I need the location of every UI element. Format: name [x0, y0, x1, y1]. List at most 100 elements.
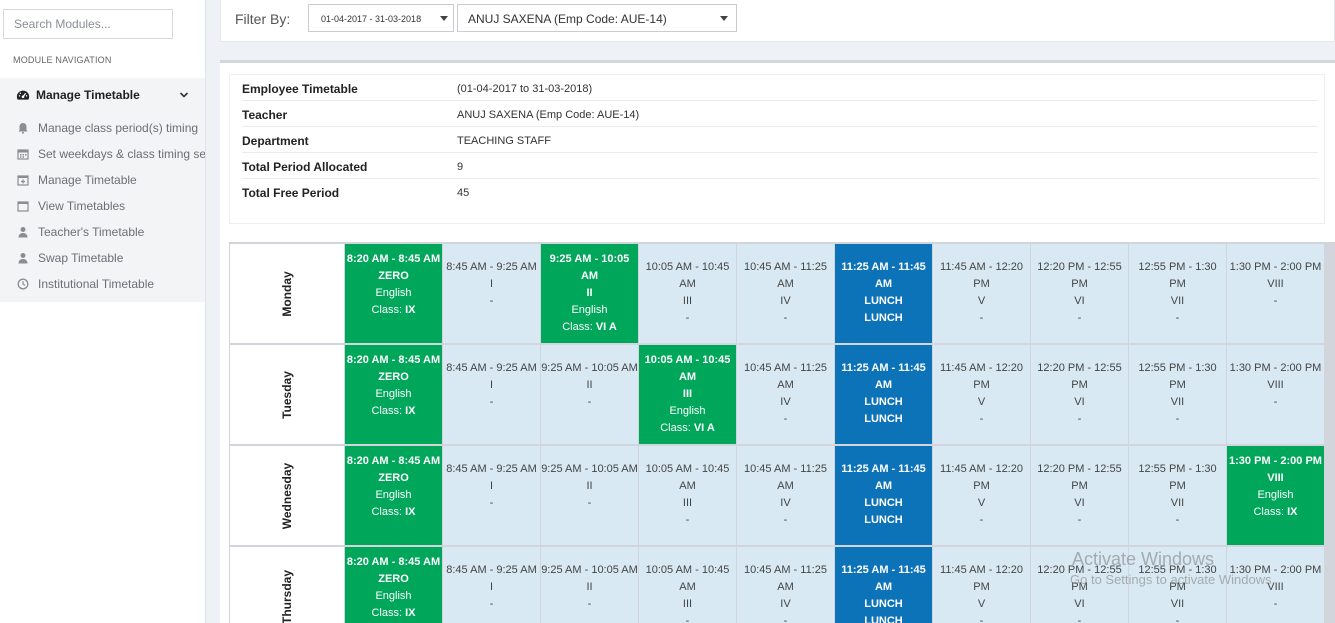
timetable-cell[interactable]: 8:45 AM - 9:25 AM I - — [443, 345, 540, 444]
timetable-cell[interactable]: 8:45 AM - 9:25 AM I - — [443, 547, 540, 623]
slot-note: - — [1175, 514, 1180, 526]
employee-select[interactable]: ANUJ SAXENA (Emp Code: AUE-14) — [457, 4, 737, 32]
timetable-cell[interactable]: 8:20 AM - 8:45 AM ZERO English Class: IX — [345, 446, 442, 545]
timetable-cell[interactable]: 9:25 AM - 10:05 AM II - — [541, 345, 638, 444]
timetable-cell[interactable]: 8:45 AM - 9:25 AM I - — [443, 446, 540, 545]
timetable-cell[interactable]: 11:45 AM - 12:20 PM V - — [933, 244, 1030, 343]
timetable-cell[interactable]: 12:55 PM - 1:30 PM VII - — [1129, 446, 1226, 545]
sidebar-item-class-period-timing[interactable]: Manage class period(s) timing — [0, 116, 205, 142]
timetable-cell[interactable]: 12:20 PM - 12:55 PM VI - — [1031, 345, 1128, 444]
slot-class-value: VI A — [595, 321, 617, 333]
timetable-cell[interactable]: 12:55 PM - 1:30 PM VII - — [1129, 345, 1226, 444]
slot-period: III — [682, 598, 693, 610]
slot-note: - — [489, 497, 494, 509]
employee-select-value: ANUJ SAXENA (Emp Code: AUE-14) — [468, 12, 667, 26]
timetable-cell[interactable]: 10:05 AM - 10:45 AM III English Class: VI A — [639, 345, 736, 444]
timetable-cell[interactable]: 11:25 AM - 11:45 AM LUNCH LUNCH — [835, 244, 932, 343]
slot-time: 9:25 AM - 10:05 AM — [541, 463, 638, 475]
info-row: Employee Timetable (01-04-2017 to 31-03-… — [242, 75, 1318, 101]
search-modules-box[interactable] — [3, 9, 173, 39]
slot-class-label: Class: — [371, 607, 406, 619]
timetable-cell[interactable]: 11:45 AM - 12:20 PM V - — [933, 547, 1030, 623]
day-label-cell: Thursday — [230, 547, 344, 623]
timetable-cell[interactable]: 1:30 PM - 2:00 PM VIII English Class: IX — [1227, 446, 1324, 545]
slot-period: III — [682, 388, 693, 400]
slot-period: VIII — [1267, 379, 1284, 391]
timetable-cell[interactable]: 10:05 AM - 10:45 AM III - — [639, 244, 736, 343]
timetable-cell[interactable]: 11:45 AM - 12:20 PM V - — [933, 345, 1030, 444]
slot-note: - — [685, 615, 690, 623]
slot-time: 9:25 AM - 10:05 AM — [549, 253, 630, 282]
sidebar-item-swap-timetable[interactable]: Swap Timetable — [0, 246, 205, 272]
timetable-cell[interactable]: 9:25 AM - 10:05 AM II English Class: VI A — [541, 244, 638, 343]
subj: English — [375, 287, 412, 299]
timetable-cell[interactable]: 1:30 PM - 2:00 PM VIII - — [1227, 547, 1324, 623]
sidebar-item-label: Manage Timetable — [38, 173, 137, 187]
timetable-cell[interactable]: 8:20 AM - 8:45 AM ZERO English Class: IX — [345, 244, 442, 343]
timetable-panel: Employee Timetable (01-04-2017 to 31-03-… — [220, 60, 1335, 623]
timetable-cell[interactable]: 12:55 PM - 1:30 PM VII - — [1129, 547, 1226, 623]
filter-label: Filter By: — [235, 11, 291, 27]
timetable-cell[interactable]: 10:45 AM - 11:25 AM IV - — [737, 345, 834, 444]
timetable-cell[interactable]: 1:30 PM - 2:00 PM VIII - — [1227, 345, 1324, 444]
slot-period: I — [489, 480, 494, 492]
slot-note: - — [783, 615, 788, 623]
slot-period: ZERO — [378, 472, 409, 484]
slot-class-label: Class: — [562, 321, 596, 333]
dashboard-icon — [16, 90, 30, 100]
slot-note: - — [1175, 312, 1180, 324]
timetable-cell[interactable]: 10:45 AM - 11:25 AM IV - — [737, 244, 834, 343]
timetable-cell[interactable]: 12:20 PM - 12:55 PM VI - — [1031, 547, 1128, 623]
session-select[interactable]: 01-04-2017 - 31-03-2018 — [308, 4, 454, 32]
timetable-cell[interactable]: 12:55 PM - 1:30 PM VII - — [1129, 244, 1226, 343]
slot-class: Class: IX — [345, 605, 442, 622]
timetable-cell[interactable]: 11:45 AM - 12:20 PM V - — [933, 446, 1030, 545]
timetable-cell[interactable]: 12:20 PM - 12:55 PM VI - — [1031, 244, 1128, 343]
slot-time: 12:55 PM - 1:30 PM — [1138, 261, 1217, 290]
timetable-cell[interactable]: 1:30 PM - 2:00 PM VIII - — [1227, 244, 1324, 343]
timetable-cell[interactable]: 10:05 AM - 10:45 AM III - — [639, 547, 736, 623]
timetable-cell[interactable]: 10:45 AM - 11:25 AM IV - — [737, 547, 834, 623]
slot-period: III — [682, 295, 693, 307]
sidebar-item-weekdays-timing-sets[interactable]: Set weekdays & class timing sets — [0, 142, 205, 168]
slot-note: - — [1077, 413, 1082, 425]
timetable-cell[interactable]: 9:25 AM - 10:05 AM II - — [541, 446, 638, 545]
timetable-cell[interactable]: 11:25 AM - 11:45 AM LUNCH LUNCH — [835, 547, 932, 623]
timetable-cell[interactable]: 8:45 AM - 9:25 AM I - — [443, 244, 540, 343]
slot-time: 1:30 PM - 2:00 PM — [1229, 455, 1322, 467]
slot-class-value: IX — [1287, 506, 1298, 518]
slot-time: 10:45 AM - 11:25 AM — [744, 261, 827, 290]
slot-note: - — [1077, 312, 1082, 324]
sidebar-item-manage-timetable[interactable]: Manage Timetable — [0, 168, 205, 194]
slot-time: 8:20 AM - 8:45 AM — [346, 455, 441, 467]
timetable-cell[interactable]: 11:25 AM - 11:45 AM LUNCH LUNCH — [835, 446, 932, 545]
timetable-cell[interactable]: 8:20 AM - 8:45 AM ZERO English Class: IX — [345, 547, 442, 623]
slot-note: - — [587, 497, 592, 509]
timetable-cell[interactable]: 10:05 AM - 10:45 AM III - — [639, 446, 736, 545]
nav-manage-timetable[interactable]: Manage Timetable — [0, 78, 205, 112]
slot-period: V — [977, 295, 986, 307]
caret-down-icon — [720, 16, 728, 21]
timetable-cell[interactable]: 10:45 AM - 11:25 AM IV - — [737, 446, 834, 545]
bell-icon — [18, 123, 28, 134]
slot-class-value: IX — [405, 405, 416, 417]
slot-period: VII — [1170, 497, 1185, 509]
slot-note: - — [1175, 615, 1180, 623]
info-key: Employee Timetable — [242, 82, 358, 96]
sidebar-item-view-timetables[interactable]: View Timetables — [0, 194, 205, 220]
nav-submenu: Manage class period(s) timing Set weekda… — [0, 112, 205, 302]
timetable-cell[interactable]: 12:20 PM - 12:55 PM VI - — [1031, 446, 1128, 545]
slot-note: - — [1077, 514, 1082, 526]
timetable-cell[interactable]: 11:25 AM - 11:45 AM LUNCH LUNCH — [835, 345, 932, 444]
sidebar-item-institutional-timetable[interactable]: Institutional Timetable — [0, 272, 205, 298]
timetable-cell[interactable]: 8:20 AM - 8:45 AM ZERO English Class: IX — [345, 345, 442, 444]
slot-time: 8:20 AM - 8:45 AM — [346, 354, 441, 366]
sidebar-item-teachers-timetable[interactable]: Teacher's Timetable — [0, 220, 205, 246]
slot-class-label: Class: — [660, 422, 694, 434]
slot-period: LUNCH — [864, 497, 903, 509]
search-modules-input[interactable] — [14, 17, 162, 31]
slot-note: - — [783, 514, 788, 526]
timetable-cell[interactable]: 9:25 AM - 10:05 AM II - — [541, 547, 638, 623]
sidebar-item-label: View Timetables — [38, 199, 126, 213]
slot-period: LUNCH — [864, 295, 903, 307]
